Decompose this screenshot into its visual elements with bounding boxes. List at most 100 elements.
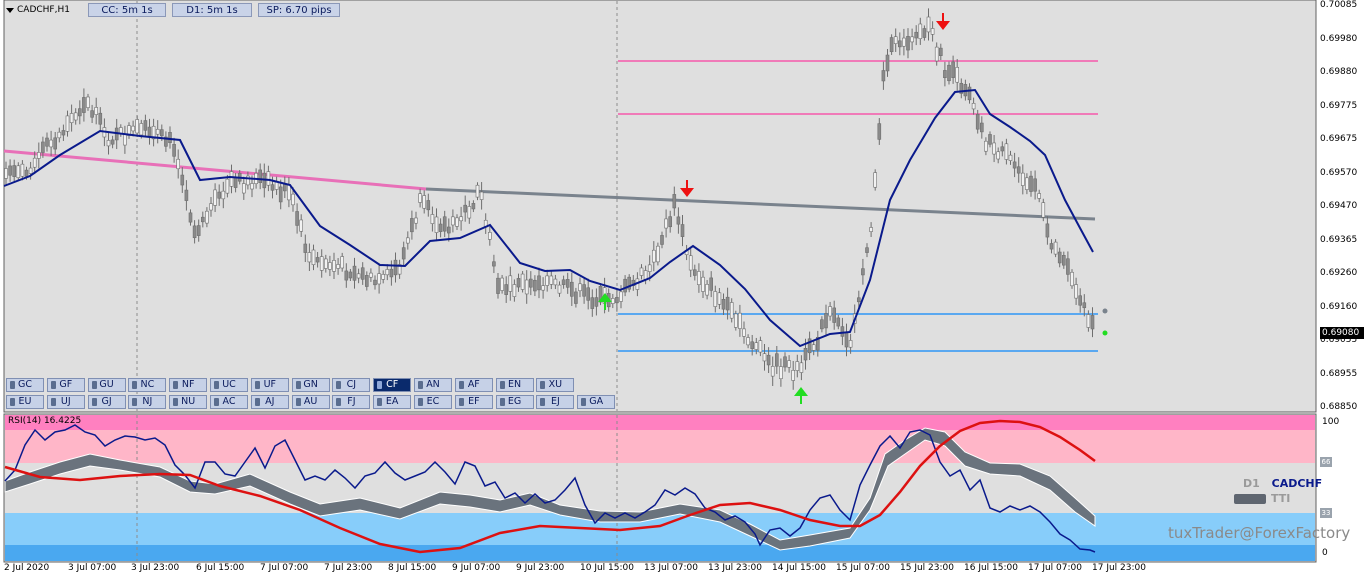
pair-button-gn[interactable]: GN	[291, 378, 330, 392]
candle-body	[512, 284, 517, 297]
candle-body	[988, 134, 992, 145]
cc-countdown-box: CC: 5m 1s	[88, 3, 166, 17]
candle-body	[32, 157, 37, 168]
candle-body	[172, 144, 176, 157]
candle-body	[430, 214, 435, 224]
candle-body	[299, 219, 304, 232]
candle-body	[1041, 202, 1046, 218]
candle-body	[738, 312, 742, 329]
candle-body	[869, 227, 873, 232]
time-axis-label: 13 Jul 07:00	[644, 563, 698, 573]
candle-body	[344, 270, 349, 281]
candle-body	[225, 178, 230, 194]
pair-button-icon	[336, 381, 342, 389]
rsi-overbought-strong-zone	[5, 415, 1315, 430]
candle-body	[770, 366, 775, 377]
candle-body	[672, 194, 677, 209]
candle-body	[910, 36, 914, 43]
candle-body	[668, 216, 673, 228]
candle-body	[733, 313, 738, 328]
candle-body	[475, 184, 480, 198]
candle-body	[709, 277, 714, 291]
pair-button-aj[interactable]: AJ	[250, 395, 289, 409]
pair-button-uf[interactable]: UF	[250, 378, 289, 392]
candle-body	[836, 317, 841, 327]
pair-button-gu[interactable]: GU	[87, 378, 126, 392]
candle-body	[487, 232, 492, 240]
candle-body	[1090, 315, 1095, 330]
pair-button-af[interactable]: AF	[454, 378, 493, 392]
candle-body	[500, 277, 504, 291]
candle-body	[123, 134, 127, 146]
pair-button-label: GJ	[101, 396, 112, 407]
candle-body	[8, 165, 12, 176]
candle-body	[623, 278, 627, 293]
pair-button-ac[interactable]: AC	[210, 395, 248, 409]
pair-button-ea[interactable]: EA	[373, 395, 412, 409]
candle-body	[750, 341, 755, 349]
pair-button-nj[interactable]: NJ	[128, 395, 167, 409]
pair-button-eg[interactable]: EG	[495, 395, 534, 409]
candle-body	[319, 256, 324, 271]
candle-body	[610, 298, 615, 304]
pair-button-icon	[173, 398, 179, 406]
pair-button-nf[interactable]: NF	[169, 378, 208, 392]
candle-body	[787, 360, 791, 368]
candle-body	[184, 189, 189, 201]
candle-body	[729, 302, 734, 319]
candle-body	[233, 177, 238, 188]
time-axis-label: 6 Jul 15:00	[196, 563, 245, 573]
candle-body	[147, 126, 152, 137]
candle-body	[49, 139, 53, 148]
pair-button-en[interactable]: EN	[495, 378, 534, 392]
pair-button-gf[interactable]: GF	[46, 378, 85, 392]
candle-body	[143, 120, 148, 131]
pair-button-xu[interactable]: XU	[536, 378, 575, 392]
pair-button-gc[interactable]: GC	[6, 378, 44, 392]
candle-body	[619, 291, 623, 302]
pair-button-nu[interactable]: NU	[169, 395, 208, 409]
pair-button-label: GF	[59, 379, 73, 390]
candle-body	[250, 183, 254, 190]
pair-button-label: GA	[589, 396, 604, 407]
tti-legend: TTI	[1234, 492, 1290, 505]
pair-button-gj[interactable]: GJ	[87, 395, 126, 409]
pair-button-ga[interactable]: GA	[577, 395, 616, 409]
candle-body	[1000, 146, 1005, 152]
candle-body	[45, 137, 49, 147]
candle-body	[647, 264, 652, 272]
tti-swatch	[1234, 493, 1266, 504]
candle-body	[442, 216, 447, 232]
candle-body	[943, 70, 947, 79]
pair-button-nc[interactable]: NC	[128, 378, 167, 392]
pair-button-ec[interactable]: EC	[414, 395, 452, 409]
pair-button-cj[interactable]: CJ	[332, 378, 371, 392]
candle-body	[242, 183, 246, 194]
candle-body	[266, 171, 271, 186]
candle-body	[110, 139, 115, 145]
pair-button-uc[interactable]: UC	[210, 378, 248, 392]
pair-button-ej[interactable]: EJ	[536, 395, 575, 409]
candle-body	[323, 258, 328, 269]
pair-button-eu[interactable]: EU	[6, 395, 44, 409]
candle-body	[697, 271, 701, 285]
pair-button-cf[interactable]: CF	[373, 378, 412, 392]
pair-button-an[interactable]: AN	[414, 378, 452, 392]
pair-button-fj[interactable]: FJ	[332, 395, 371, 409]
candle-body	[94, 107, 98, 115]
candle-body	[955, 67, 960, 83]
pair-button-label: UF	[263, 379, 276, 390]
symbol-title[interactable]: CADCHF,H1	[6, 2, 70, 18]
candle-body	[1062, 255, 1066, 266]
candle-body	[979, 122, 984, 133]
pair-button-ef[interactable]: EF	[454, 395, 493, 409]
pair-button-au[interactable]: AU	[291, 395, 330, 409]
pair-button-icon	[10, 398, 15, 406]
candle-body	[201, 216, 205, 223]
candle-body	[28, 167, 33, 174]
pair-button-label: GC	[18, 379, 32, 390]
candle-body	[881, 70, 886, 82]
pair-button-uj[interactable]: UJ	[46, 395, 85, 409]
candle-body	[1045, 223, 1050, 238]
pair-button-label: AC	[222, 396, 236, 407]
